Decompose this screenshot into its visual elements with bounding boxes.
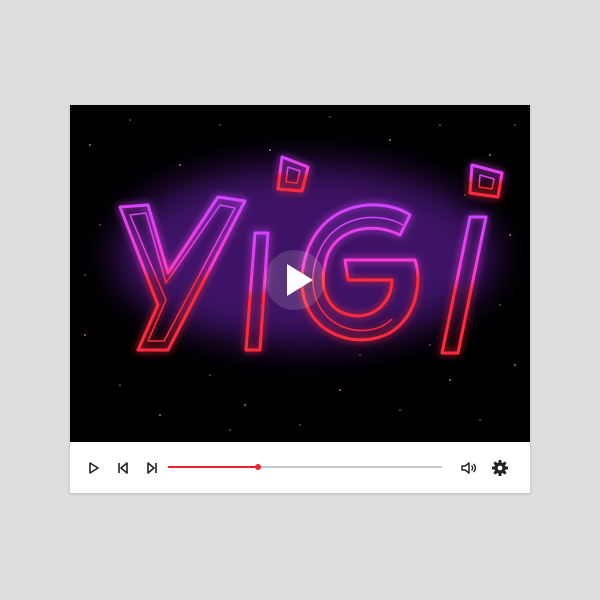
skip-next-icon bbox=[147, 462, 157, 474]
skip-previous-icon bbox=[118, 462, 128, 474]
play-icon bbox=[287, 264, 313, 296]
previous-button[interactable] bbox=[111, 456, 135, 480]
progress-bar[interactable] bbox=[168, 464, 442, 470]
volume-icon bbox=[461, 462, 477, 474]
volume-button[interactable] bbox=[457, 456, 481, 480]
control-bar bbox=[70, 442, 530, 493]
progress-fill bbox=[168, 466, 259, 468]
next-button[interactable] bbox=[140, 456, 164, 480]
video-player bbox=[70, 105, 530, 493]
progress-handle[interactable] bbox=[255, 464, 262, 470]
gear-icon bbox=[492, 460, 508, 476]
play-button[interactable] bbox=[82, 456, 106, 480]
settings-button[interactable] bbox=[488, 456, 512, 480]
play-icon bbox=[89, 462, 99, 474]
big-play-button[interactable] bbox=[265, 250, 325, 310]
video-frame[interactable] bbox=[70, 105, 530, 442]
